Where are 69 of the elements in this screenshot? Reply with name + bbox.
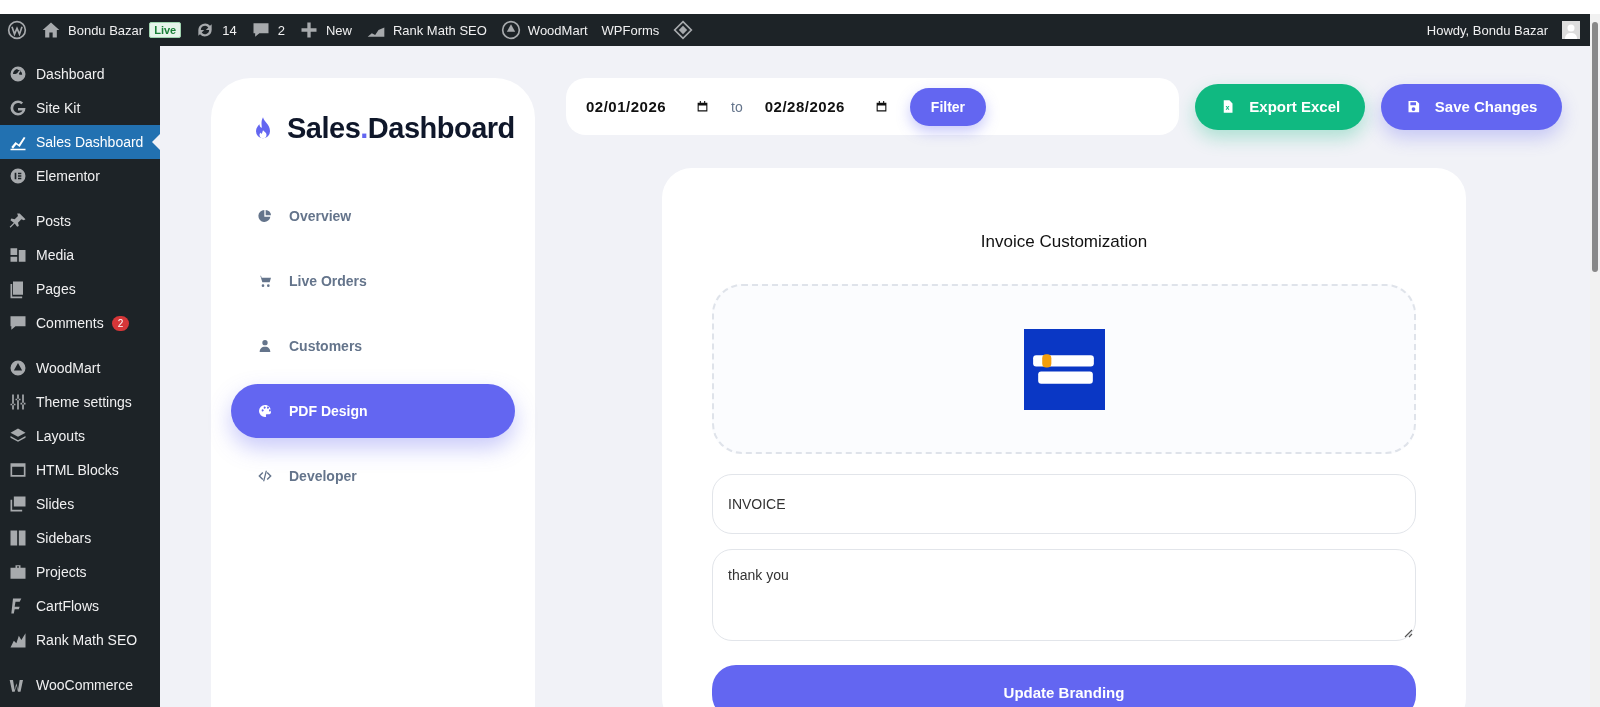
- range-separator: to: [731, 98, 743, 115]
- nav-item[interactable]: Developer: [231, 449, 515, 503]
- calendar-icon[interactable]: [696, 100, 710, 113]
- live-badge: Live: [149, 22, 182, 38]
- nav-icon: [257, 338, 273, 354]
- admin-menu-item[interactable]: Elementor: [0, 159, 160, 193]
- count-badge: 2: [111, 315, 130, 331]
- brand-title: Sales.Dashboard: [287, 112, 515, 145]
- admin-menu-item[interactable]: Projects: [0, 555, 160, 589]
- menu-icon: [8, 528, 28, 548]
- title-input[interactable]: INVOICE: [712, 474, 1416, 534]
- menu-icon: [8, 630, 28, 650]
- nav-item[interactable]: Live Orders: [231, 254, 515, 308]
- admin-menu-item[interactable]: Slides: [0, 487, 160, 521]
- filter-button[interactable]: Filter: [909, 87, 987, 126]
- toolbar-link[interactable]: WoodMart: [527, 22, 588, 38]
- nav-item[interactable]: Overview: [231, 189, 515, 243]
- diamond-icon[interactable]: [673, 20, 694, 40]
- update-branding-button[interactable]: Update Branding: [712, 665, 1416, 707]
- card-title: Invoice Customization: [979, 232, 1149, 252]
- date-field[interactable]: 02/28/2026: [764, 98, 888, 115]
- menu-icon: [8, 313, 28, 333]
- logo-upload-area[interactable]: [712, 284, 1416, 454]
- menu-icon: [8, 562, 28, 582]
- admin-menu-item[interactable]: Pages: [0, 272, 160, 306]
- menu-icon: [8, 245, 28, 265]
- admin-menu-item[interactable]: CartFlows: [0, 589, 160, 623]
- menu-icon: [8, 358, 28, 378]
- date-field[interactable]: 02/01/2026: [586, 98, 710, 115]
- menu-icon: [8, 460, 28, 480]
- site-name-link[interactable]: Bondu Bazar: [68, 22, 144, 38]
- resize-handle-icon[interactable]: [1403, 628, 1413, 638]
- menu-icon: [8, 494, 28, 514]
- nav-item[interactable]: PDF Design: [231, 384, 515, 438]
- save-button[interactable]: Save Changes: [1381, 83, 1562, 130]
- note-textarea[interactable]: thank you: [712, 549, 1416, 641]
- admin-menu-item[interactable]: Dashboard: [0, 57, 160, 91]
- menu-icon: [8, 64, 28, 84]
- menu-icon: [8, 98, 28, 118]
- comments-count[interactable]: 2: [277, 22, 285, 38]
- menu-icon: [8, 211, 28, 231]
- updates-count[interactable]: 14: [222, 22, 237, 38]
- admin-menu-item[interactable]: Layouts: [0, 419, 160, 453]
- toolbar-link[interactable]: WPForms: [601, 22, 660, 38]
- admin-menu-item[interactable]: WooCommerce: [0, 668, 160, 702]
- home-icon[interactable]: [41, 20, 61, 40]
- admin-menu-item[interactable]: Rank Math SEO: [0, 623, 160, 657]
- admin-menu-item[interactable]: Theme settings: [0, 385, 160, 419]
- admin-menu-item[interactable]: Sidebars: [0, 521, 160, 555]
- admin-menu-item[interactable]: Posts: [0, 204, 160, 238]
- admin-menu-item[interactable]: Media: [0, 238, 160, 272]
- nav-item[interactable]: Customers: [231, 319, 515, 373]
- admin-menu-item[interactable]: HTML Blocks: [0, 453, 160, 487]
- scrollbar[interactable]: [1590, 14, 1600, 707]
- nav-icon: [257, 208, 273, 224]
- admin-menu-item[interactable]: Site Kit: [0, 91, 160, 125]
- menu-icon: [8, 166, 28, 186]
- new-link[interactable]: New: [325, 22, 352, 38]
- admin-menu-item[interactable]: WoodMart: [0, 351, 160, 385]
- greeting-link[interactable]: Howdy, Bondu Bazar: [1426, 22, 1548, 38]
- nav-icon: [257, 403, 273, 419]
- tree-icon[interactable]: [500, 20, 521, 40]
- admin-menu-item[interactable]: Comments 2: [0, 306, 160, 340]
- wordpress-logo-icon[interactable]: [7, 20, 27, 40]
- menu-icon: [8, 392, 28, 412]
- calendar-icon[interactable]: [874, 100, 888, 113]
- nav-icon: [257, 468, 273, 484]
- admin-menu-item[interactable]: Sales Dashboard: [0, 125, 160, 159]
- toolbar-link[interactable]: Rank Math SEO: [392, 22, 487, 38]
